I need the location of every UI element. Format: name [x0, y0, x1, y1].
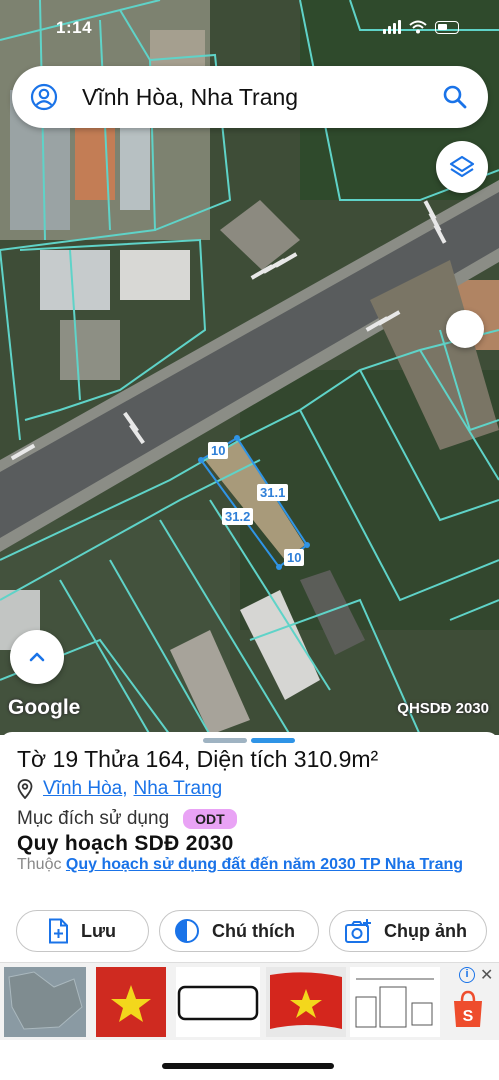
- file-add-icon: [48, 918, 68, 944]
- ad-map-thumbnail[interactable]: [4, 967, 86, 1037]
- legend-label: Chú thích: [212, 920, 295, 941]
- home-indicator[interactable]: [162, 1063, 334, 1069]
- address-row: Vĩnh Hòa , Nha Trang: [17, 778, 222, 800]
- locate-button[interactable]: [446, 310, 484, 348]
- shopee-bag-icon[interactable]: S: [450, 989, 486, 1029]
- signal-icon: [383, 20, 401, 34]
- ward-link[interactable]: Vĩnh Hòa: [43, 778, 122, 800]
- status-bar: 1:14: [0, 0, 499, 56]
- layers-icon: [449, 155, 475, 178]
- purpose-row: Mục đích sử dụng ODT: [17, 808, 237, 830]
- city-link[interactable]: Nha Trang: [134, 778, 223, 800]
- ad-flag-wave-thumbnail[interactable]: [266, 967, 346, 1037]
- google-logo: Google: [8, 696, 81, 719]
- ad-diagram-thumbnail[interactable]: [350, 967, 440, 1037]
- svg-text:S: S: [463, 1008, 474, 1025]
- layers-button[interactable]: [436, 141, 488, 193]
- search-icon[interactable]: [440, 82, 470, 112]
- search-location-text[interactable]: Vĩnh Hòa, Nha Trang: [82, 84, 440, 111]
- plan-source-link[interactable]: Quy hoạch sử dụng đất đến năm 2030 TP Nh…: [66, 856, 463, 873]
- ad-banner[interactable]: i ✕ S: [0, 962, 499, 1040]
- camera-add-icon: [345, 919, 371, 943]
- user-icon[interactable]: [30, 83, 58, 111]
- purpose-label: Mục đích sử dụng: [17, 808, 170, 829]
- dimension-label-right: 31.1: [257, 484, 289, 501]
- wifi-icon: [409, 20, 427, 34]
- purpose-code-badge: ODT: [183, 809, 237, 829]
- ad-phone-thumbnail[interactable]: [176, 967, 260, 1037]
- dimension-label-left: 31.2: [222, 508, 254, 525]
- action-buttons: Lưu Chú thích Chụp ảnh: [16, 910, 487, 952]
- capture-label: Chụp ảnh: [384, 920, 467, 941]
- dimension-label-bottom: 10: [284, 549, 305, 566]
- legend-button[interactable]: Chú thích: [159, 910, 319, 952]
- contrast-icon: [175, 919, 199, 943]
- status-icons: [383, 20, 459, 34]
- expand-up-button[interactable]: [10, 630, 64, 684]
- chevron-up-icon: [29, 652, 45, 662]
- capture-button[interactable]: Chụp ảnh: [329, 910, 487, 952]
- search-bar[interactable]: Vĩnh Hòa, Nha Trang: [12, 66, 488, 128]
- map-layer-label: QHSDĐ 2030: [397, 700, 489, 717]
- save-button[interactable]: Lưu: [16, 910, 149, 952]
- map-view[interactable]: 10 31.1 31.2 10 1:14 Vĩnh Hòa, Nha Trang: [0, 0, 499, 735]
- plan-title: Quy hoạch SDĐ 2030: [17, 832, 234, 855]
- sheet-handle[interactable]: [203, 738, 295, 743]
- status-time: 1:14: [56, 18, 93, 37]
- parcel-info-sheet: Tờ 19 Thửa 164, Diện tích 310.9m² Vĩnh H…: [0, 732, 499, 962]
- save-label: Lưu: [80, 920, 117, 941]
- battery-icon: [435, 20, 459, 34]
- plan-source: Thuộc Quy hoạch sử dụng đất đến năm 2030…: [17, 854, 487, 876]
- parcel-title: Tờ 19 Thửa 164, Diện tích 310.9m²: [17, 746, 379, 772]
- ad-close-icon[interactable]: ✕: [480, 965, 493, 985]
- dimension-label-top: 10: [208, 442, 229, 459]
- ad-info-icon[interactable]: i: [459, 967, 475, 983]
- location-pin-icon: [17, 779, 33, 799]
- ad-flag-thumbnail[interactable]: [96, 967, 166, 1037]
- address-separator: ,: [122, 778, 128, 799]
- plan-source-prefix: Thuộc: [17, 856, 62, 873]
